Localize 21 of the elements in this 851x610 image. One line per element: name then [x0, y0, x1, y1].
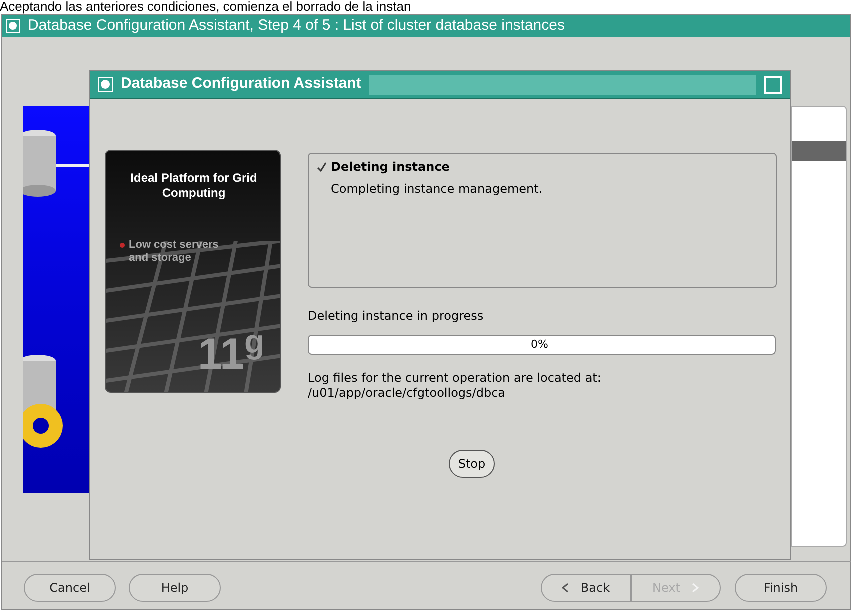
dialog-button[interactable]: Help	[129, 574, 221, 602]
log-text: Log files for the current operation are located at:	[308, 371, 602, 386]
stop-button[interactable]: Stop	[449, 450, 495, 478]
dialog-button[interactable]: Finish	[735, 574, 827, 602]
log-text: /u01/app/oracle/cfgtoollogs/dbca	[308, 386, 507, 401]
dialog-title: Database Configuration Assistant	[121, 74, 362, 94]
dialog-button[interactable]: Cancel	[24, 574, 116, 602]
banner-bullet-text: Low cost servers and storage	[129, 239, 220, 265]
status-title: Deleting instance	[331, 159, 450, 176]
dialog-button[interactable]: Back	[541, 574, 631, 602]
window-title: Database Configuration Assistant, Step 4 of 5 : List of cluster database instances	[28, 16, 565, 36]
progress-reading: 0%	[531, 338, 548, 352]
version-mark: 11$^{g}$	[198, 331, 265, 379]
progress-label: Deleting instance in progress	[308, 308, 484, 325]
caption-text: Aceptando las anteriores condiciones, comienza el borrado de la instan	[0, 0, 412, 14]
maximize-icon[interactable]	[764, 76, 782, 94]
bullet-icon	[120, 243, 125, 248]
window-menu-icon[interactable]	[98, 77, 113, 92]
status-detail: Completing instance management.	[331, 181, 544, 198]
banner-heading: Ideal Platform for Grid Computing	[130, 171, 258, 201]
window-menu-icon[interactable]	[6, 19, 20, 33]
